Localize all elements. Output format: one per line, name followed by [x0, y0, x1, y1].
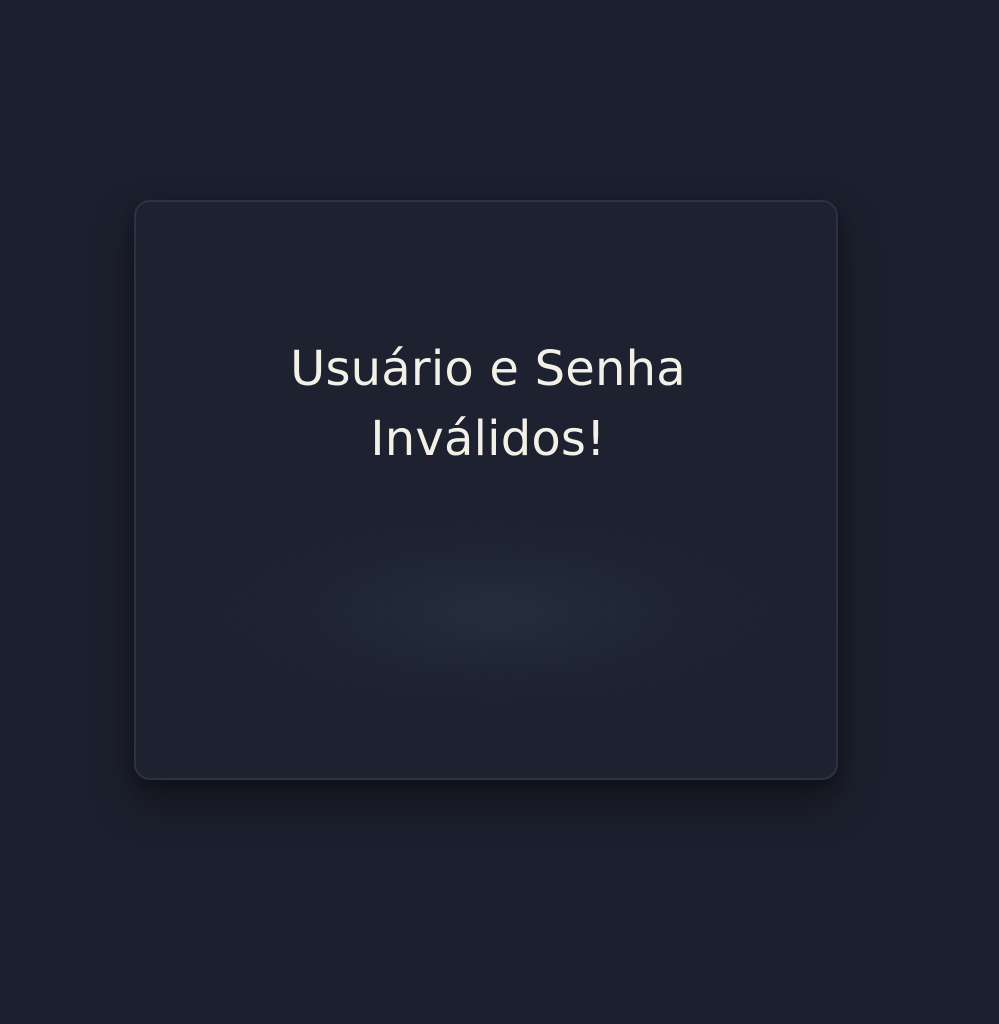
dialog-glow: [176, 502, 816, 722]
error-message: Usuário e Senha Inválidos!: [290, 341, 686, 467]
error-dialog: Usuário e Senha Inválidos!: [134, 200, 838, 780]
